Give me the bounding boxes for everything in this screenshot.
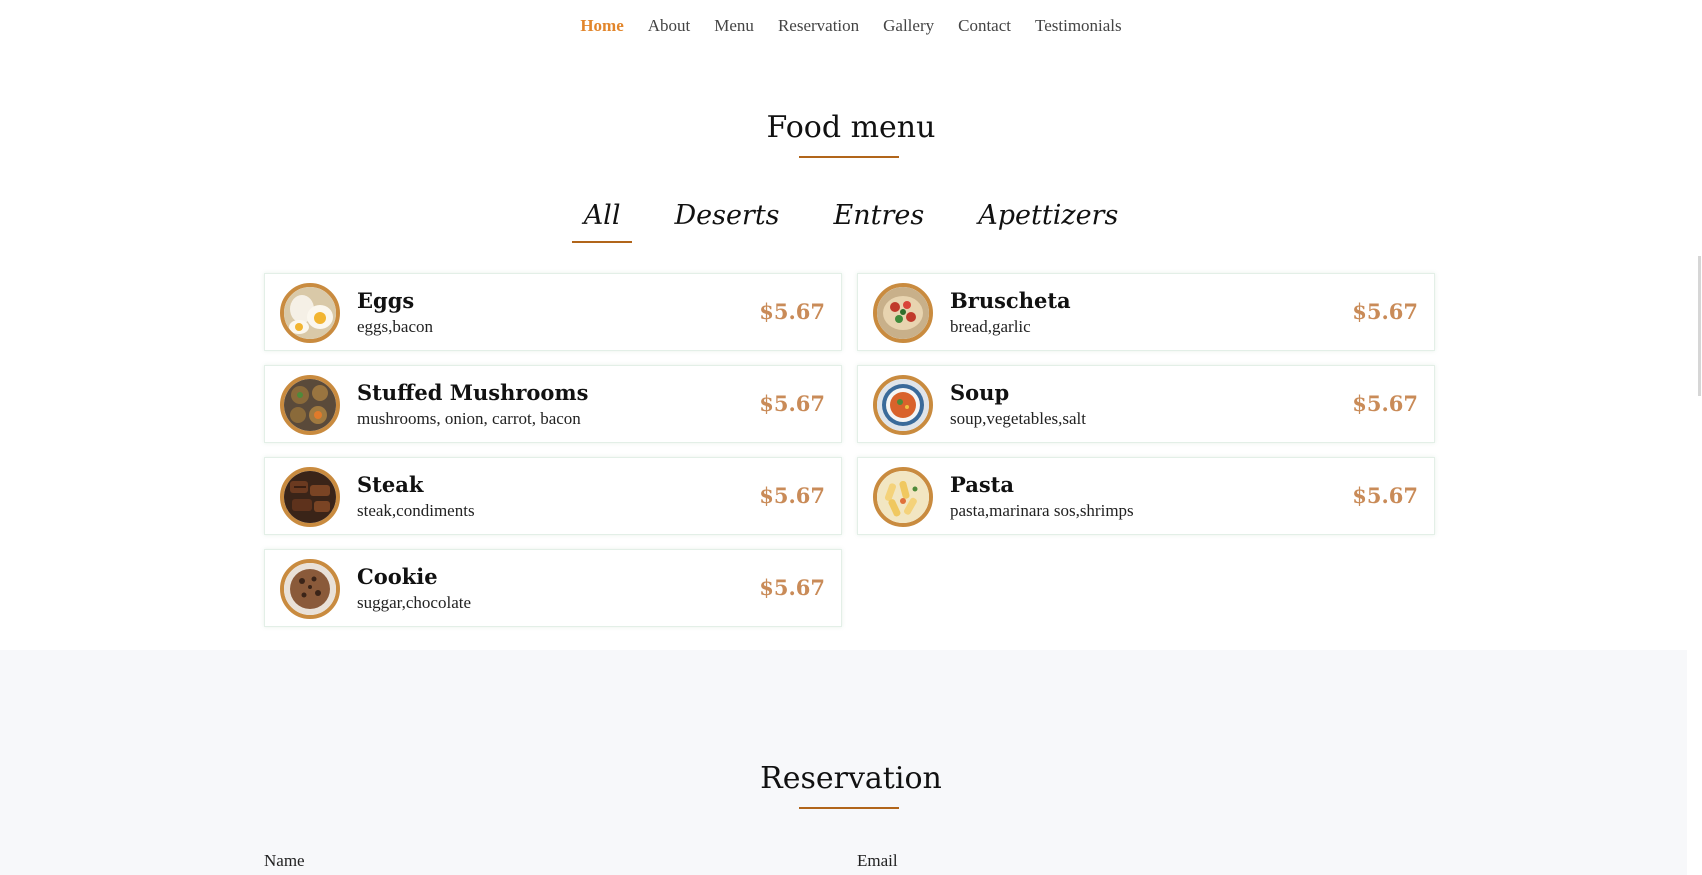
item-name: Bruscheta [950, 288, 1071, 313]
item-price: $5.67 [1352, 483, 1418, 508]
item-price: $5.67 [759, 299, 825, 324]
tab-entres[interactable]: Entres [822, 200, 937, 241]
tab-deserts[interactable]: Deserts [662, 200, 791, 241]
item-name: Pasta [950, 472, 1014, 497]
item-price: $5.67 [1352, 299, 1418, 324]
stuffed-mushrooms-photo-icon [280, 375, 340, 435]
item-description: steak,condiments [357, 501, 475, 520]
tab-all[interactable]: All [571, 200, 633, 243]
nav-item-gallery[interactable]: Gallery [883, 16, 934, 36]
item-name: Eggs [357, 288, 415, 313]
nav-item-testimonials[interactable]: Testimonials [1035, 16, 1122, 36]
nav-item-menu[interactable]: Menu [714, 16, 754, 36]
nav-item-home[interactable]: Home [580, 16, 623, 36]
item-price: $5.67 [759, 575, 825, 600]
item-price: $5.67 [759, 483, 825, 508]
email-field-label: Email [857, 851, 898, 870]
eggs-photo-icon [280, 283, 340, 343]
food-menu-title: Food menu [766, 110, 936, 145]
item-name: Stuffed Mushrooms [357, 380, 589, 405]
pasta-photo-icon [873, 467, 933, 527]
item-description: soup,vegetables,salt [950, 409, 1086, 428]
menu-category-tabs: All Deserts Entres Apettizers [0, 200, 1702, 243]
menu-item-stuffed-mushrooms[interactable]: Stuffed Mushrooms mushrooms, onion, carr… [264, 365, 842, 443]
item-name: Cookie [357, 564, 438, 589]
item-description: eggs,bacon [357, 317, 434, 336]
reservation-title-underline [799, 807, 899, 809]
name-field-label: Name [264, 851, 305, 870]
nav-item-about[interactable]: About [648, 16, 691, 36]
item-name: Steak [357, 472, 424, 497]
tab-apettizers[interactable]: Apettizers [966, 200, 1130, 241]
menu-item-pasta[interactable]: Pasta pasta,marinara sos,shrimps $5.67 [857, 457, 1435, 535]
page: Home About Menu Reservation Gallery Cont… [0, 0, 1702, 875]
menu-item-eggs[interactable]: Eggs eggs,bacon $5.67 [264, 273, 842, 351]
soup-photo-icon [873, 375, 933, 435]
steak-photo-icon [280, 467, 340, 527]
item-price: $5.67 [759, 391, 825, 416]
food-menu-title-underline [799, 156, 899, 158]
menu-item-bruscheta[interactable]: Bruscheta bread,garlic $5.67 [857, 273, 1435, 351]
item-description: bread,garlic [950, 317, 1031, 336]
nav-item-reservation[interactable]: Reservation [778, 16, 859, 36]
bruschetta-photo-icon [873, 283, 933, 343]
menu-item-soup[interactable]: Soup soup,vegetables,salt $5.67 [857, 365, 1435, 443]
main-nav: Home About Menu Reservation Gallery Cont… [0, 14, 1702, 38]
cookie-photo-icon [280, 559, 340, 619]
item-name: Soup [950, 380, 1010, 405]
scrollbar-thumb[interactable] [1698, 256, 1701, 396]
item-description: pasta,marinara sos,shrimps [950, 501, 1134, 520]
item-description: mushrooms, onion, carrot, bacon [357, 409, 581, 428]
menu-item-cookie[interactable]: Cookie suggar,chocolate $5.67 [264, 549, 842, 627]
item-description: suggar,chocolate [357, 593, 472, 612]
page-scrollbar[interactable] [1687, 0, 1702, 875]
item-price: $5.67 [1352, 391, 1418, 416]
reservation-title: Reservation [760, 761, 942, 796]
nav-item-contact[interactable]: Contact [958, 16, 1011, 36]
menu-item-steak[interactable]: Steak steak,condiments $5.67 [264, 457, 842, 535]
